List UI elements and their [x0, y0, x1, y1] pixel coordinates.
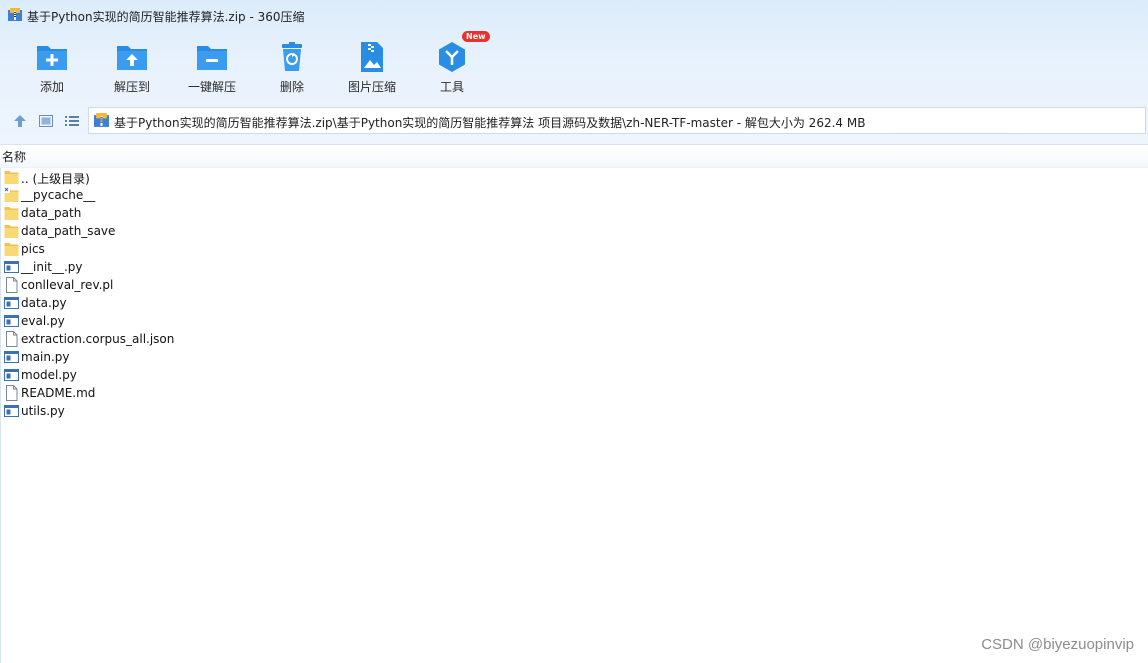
- image-compress-button[interactable]: 图片压缩: [332, 36, 412, 98]
- python-file-icon: [4, 297, 19, 309]
- folder-icon: [4, 225, 19, 238]
- file-name: data.py: [21, 296, 67, 310]
- file-icon: [6, 277, 18, 293]
- list-item[interactable]: conlleval_rev.pl: [1, 276, 1148, 294]
- zip-archive-icon: [8, 8, 22, 21]
- add-label: 添加: [39, 80, 64, 94]
- list-item[interactable]: eval.py: [1, 312, 1148, 330]
- toolbar: 添加 解压到 一键解压 删除 图片压缩 New 工具: [0, 31, 1148, 100]
- window-title: 基于Python实现的简历智能推荐算法.zip - 360压缩: [27, 10, 305, 24]
- delete-label: 删除: [279, 80, 304, 94]
- file-name: data_path: [21, 206, 82, 220]
- list-item[interactable]: README.md: [1, 384, 1148, 402]
- python-file-icon: [4, 405, 19, 417]
- list-item[interactable]: data_path_save: [1, 222, 1148, 240]
- folder-icon: [4, 187, 19, 202]
- file-name: conlleval_rev.pl: [21, 278, 114, 292]
- file-name: pics: [21, 242, 45, 256]
- file-name: eval.py: [21, 314, 65, 328]
- tools-button[interactable]: New 工具: [412, 31, 492, 98]
- new-badge: New: [462, 31, 490, 42]
- list-item[interactable]: __init__.py: [1, 258, 1148, 276]
- list-item[interactable]: __pycache__: [1, 186, 1148, 204]
- file-name: README.md: [21, 386, 96, 400]
- one-click-extract-button[interactable]: 一键解压: [172, 36, 252, 98]
- thumbnail-view-icon[interactable]: [38, 113, 54, 129]
- path-text: 基于Python实现的简历智能推荐算法.zip\基于Python实现的简历智能推…: [114, 116, 866, 130]
- up-arrow-icon[interactable]: [12, 113, 28, 129]
- file-name: .. (上级目录): [21, 172, 90, 186]
- title-bar: 基于Python实现的简历智能推荐算法.zip - 360压缩: [0, 0, 1148, 32]
- folder-icon: [4, 171, 19, 184]
- list-item[interactable]: main.py: [1, 348, 1148, 366]
- file-list: .. (上级目录) __pycache__ data_path data_path_s…: [0, 168, 1148, 663]
- app-window: 基于Python实现的简历智能推荐算法.zip - 360压缩 添加 解压到 一…: [0, 0, 1148, 663]
- extract-to-icon: [117, 46, 147, 70]
- tools-icon: [439, 42, 465, 72]
- python-file-icon: [4, 351, 19, 363]
- image-compress-icon: [361, 42, 383, 72]
- list-item[interactable]: extraction.corpus_all.json: [1, 330, 1148, 348]
- file-name: main.py: [21, 350, 70, 364]
- file-icon: [6, 331, 18, 347]
- file-name: utils.py: [21, 404, 65, 418]
- file-name: extraction.corpus_all.json: [21, 332, 175, 346]
- column-header-name[interactable]: 名称: [2, 148, 26, 165]
- file-name: data_path_save: [21, 224, 116, 238]
- top-chrome: 基于Python实现的简历智能推荐算法.zip - 360压缩 添加 解压到 一…: [0, 0, 1148, 145]
- list-item[interactable]: pics: [1, 240, 1148, 258]
- image-compress-label: 图片压缩: [347, 80, 396, 94]
- folder-icon: [4, 243, 19, 256]
- file-name: __pycache__: [21, 188, 96, 202]
- delete-button[interactable]: 删除: [252, 36, 332, 98]
- tools-label: 工具: [439, 80, 464, 94]
- python-file-icon: [4, 369, 19, 381]
- list-view-icon[interactable]: [64, 113, 80, 129]
- python-file-icon: [4, 315, 19, 327]
- path-field[interactable]: 基于Python实现的简历智能推荐算法.zip\基于Python实现的简历智能推…: [88, 107, 1146, 134]
- list-item[interactable]: data.py: [1, 294, 1148, 312]
- add-button[interactable]: 添加: [12, 36, 92, 98]
- folder-icon: [4, 207, 19, 220]
- one-click-extract-icon: [197, 46, 227, 70]
- list-item[interactable]: data_path: [1, 204, 1148, 222]
- file-name: __init__.py: [21, 260, 83, 274]
- navigation-bar: 基于Python实现的简历智能推荐算法.zip\基于Python实现的简历智能推…: [0, 106, 1148, 136]
- list-item[interactable]: model.py: [1, 366, 1148, 384]
- python-file-icon: [4, 261, 19, 273]
- file-name: model.py: [21, 368, 77, 382]
- watermark: CSDN @biyezuopinvip: [981, 636, 1134, 653]
- zip-archive-icon: [94, 113, 109, 127]
- list-header: 名称: [0, 145, 1148, 168]
- one-click-extract-label: 一键解压: [187, 80, 236, 94]
- list-item[interactable]: .. (上级目录): [1, 168, 1148, 186]
- extract-to-button[interactable]: 解压到: [92, 36, 172, 98]
- list-item[interactable]: utils.py: [1, 402, 1148, 420]
- file-icon: [6, 385, 18, 401]
- add-folder-icon: [37, 46, 67, 70]
- extract-to-label: 解压到: [113, 80, 150, 94]
- delete-icon: [282, 42, 302, 71]
